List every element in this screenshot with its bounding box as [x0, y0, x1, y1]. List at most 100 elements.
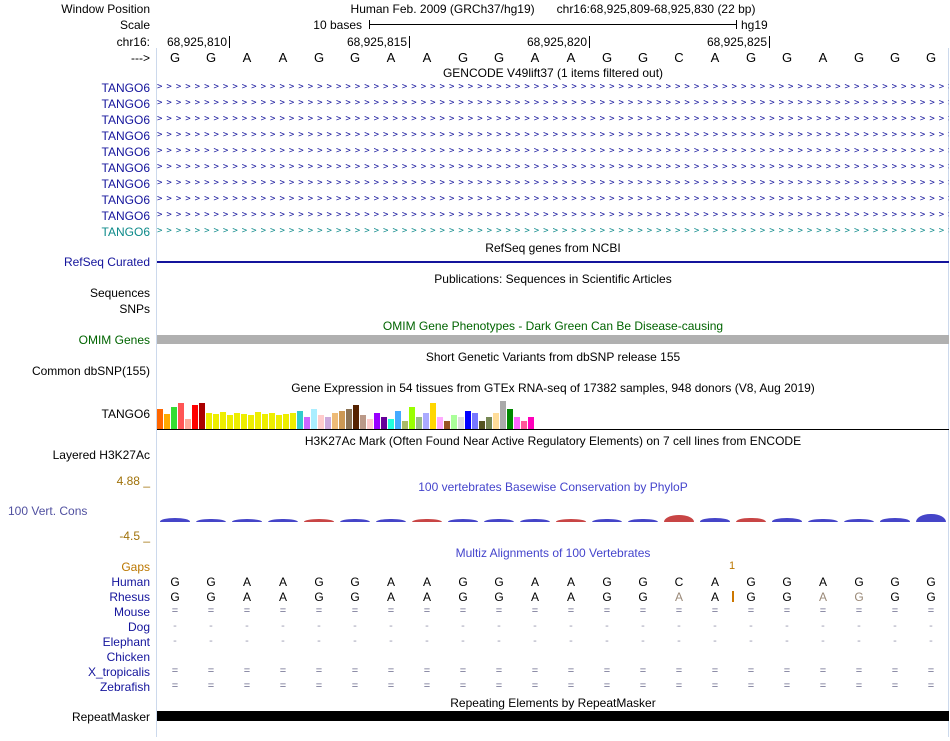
gtex-bar[interactable] — [374, 413, 380, 429]
gtex-bar[interactable] — [227, 415, 233, 429]
gtex-bar[interactable] — [304, 417, 310, 429]
gtex-bar[interactable] — [269, 413, 275, 429]
refseq-curated-label[interactable]: RefSeq Curated — [0, 255, 150, 269]
gtex-expression-chart[interactable] — [0, 401, 950, 429]
species-label-zebrafish[interactable]: Zebrafish — [0, 680, 150, 694]
gtex-bar[interactable] — [297, 411, 303, 429]
gtex-bar[interactable] — [171, 407, 177, 429]
gtex-bar[interactable] — [164, 414, 170, 429]
gencode-transcript-label[interactable]: TANGO6 — [0, 145, 150, 159]
gtex-bar[interactable] — [255, 412, 261, 429]
repeatmasker-label[interactable]: RepeatMasker — [0, 710, 150, 724]
species-label-x_tropicalis[interactable]: X_tropicalis — [0, 665, 150, 679]
gencode-transcript-arrows[interactable]: >>>>>>>>>>>>>>>>>>>>>>>>>>>>>>>>>>>>>>>>… — [157, 176, 949, 190]
gtex-bar[interactable] — [360, 415, 366, 429]
gtex-bar[interactable] — [206, 413, 212, 429]
gtex-bar[interactable] — [311, 409, 317, 429]
gtex-bar[interactable] — [451, 415, 457, 429]
gtex-bar[interactable] — [185, 419, 191, 429]
gencode-transcript-arrows[interactable]: >>>>>>>>>>>>>>>>>>>>>>>>>>>>>>>>>>>>>>>>… — [157, 208, 949, 222]
gencode-transcript-label[interactable]: TANGO6 — [0, 177, 150, 191]
gtex-bar[interactable] — [262, 414, 268, 429]
multiz-gaps-label[interactable]: Gaps — [0, 560, 150, 574]
conservation-track[interactable] — [0, 506, 950, 522]
h3k27ac-label[interactable]: Layered H3K27Ac — [0, 448, 150, 462]
gtex-bar[interactable] — [402, 421, 408, 429]
gencode-transcript-label[interactable]: TANGO6 — [0, 129, 150, 143]
gtex-bar[interactable] — [472, 413, 478, 429]
gtex-bar[interactable] — [500, 401, 506, 429]
gtex-bar[interactable] — [507, 409, 513, 429]
gtex-bar[interactable] — [290, 413, 296, 429]
gencode-transcript-arrows[interactable]: >>>>>>>>>>>>>>>>>>>>>>>>>>>>>>>>>>>>>>>>… — [157, 96, 949, 110]
gencode-transcript-arrows[interactable]: >>>>>>>>>>>>>>>>>>>>>>>>>>>>>>>>>>>>>>>>… — [157, 224, 949, 238]
gtex-bar[interactable] — [528, 417, 534, 429]
gencode-transcript-arrows[interactable]: >>>>>>>>>>>>>>>>>>>>>>>>>>>>>>>>>>>>>>>>… — [157, 128, 949, 142]
gencode-transcript-arrows[interactable]: >>>>>>>>>>>>>>>>>>>>>>>>>>>>>>>>>>>>>>>>… — [157, 112, 949, 126]
species-label-mouse[interactable]: Mouse — [0, 605, 150, 619]
gtex-bar[interactable] — [234, 413, 240, 429]
gtex-bar[interactable] — [521, 421, 527, 429]
sequences-label[interactable]: Sequences — [0, 286, 150, 300]
gtex-bar[interactable] — [157, 409, 163, 429]
gencode-transcript-label[interactable]: TANGO6 — [0, 113, 150, 127]
gtex-bar[interactable] — [486, 417, 492, 429]
gtex-bar[interactable] — [444, 421, 450, 429]
gtex-bar[interactable] — [276, 415, 282, 429]
gtex-bar[interactable] — [430, 403, 436, 429]
gtex-bar[interactable] — [318, 415, 324, 429]
gencode-transcript-label[interactable]: TANGO6 — [0, 225, 150, 239]
gtex-bar[interactable] — [437, 417, 443, 429]
gtex-bar[interactable] — [178, 403, 184, 429]
gtex-bar[interactable] — [458, 417, 464, 429]
omim-gene-bar[interactable] — [157, 335, 949, 344]
gtex-bar[interactable] — [199, 403, 205, 429]
gencode-transcript-label[interactable]: TANGO6 — [0, 97, 150, 111]
gtex-bar[interactable] — [220, 412, 226, 429]
gtex-bar[interactable] — [388, 419, 394, 429]
gencode-transcript-label[interactable]: TANGO6 — [0, 209, 150, 223]
gtex-bar[interactable] — [381, 417, 387, 429]
gencode-transcript-label[interactable]: TANGO6 — [0, 193, 150, 207]
omim-genes-label[interactable]: OMIM Genes — [0, 333, 150, 347]
snps-label[interactable]: SNPs — [0, 302, 150, 316]
gencode-transcript-arrows[interactable]: >>>>>>>>>>>>>>>>>>>>>>>>>>>>>>>>>>>>>>>>… — [157, 144, 949, 158]
gtex-bar[interactable] — [325, 417, 331, 429]
gencode-transcript-arrows[interactable]: >>>>>>>>>>>>>>>>>>>>>>>>>>>>>>>>>>>>>>>>… — [157, 80, 949, 94]
gtex-bar[interactable] — [409, 407, 415, 429]
gencode-transcript-label[interactable]: TANGO6 — [0, 81, 150, 95]
species-label-elephant[interactable]: Elephant — [0, 635, 150, 649]
gtex-bar[interactable] — [423, 413, 429, 429]
gtex-bar[interactable] — [465, 411, 471, 429]
species-label-human[interactable]: Human — [0, 575, 150, 589]
gtex-bar[interactable] — [192, 405, 198, 429]
gtex-bar[interactable] — [514, 417, 520, 429]
gencode-transcript-arrows[interactable]: >>>>>>>>>>>>>>>>>>>>>>>>>>>>>>>>>>>>>>>>… — [157, 192, 949, 206]
gtex-bar[interactable] — [248, 415, 254, 429]
repeatmasker-bar[interactable] — [157, 711, 949, 721]
species-label-rhesus[interactable]: Rhesus — [0, 590, 150, 604]
alignment-cell: - — [857, 635, 861, 647]
gtex-bar[interactable] — [367, 419, 373, 429]
species-label-dog[interactable]: Dog — [0, 620, 150, 634]
alignment-cell: = — [711, 665, 719, 677]
gtex-bar[interactable] — [493, 413, 499, 429]
gtex-bar[interactable] — [346, 409, 352, 429]
gtex-bar[interactable] — [283, 414, 289, 429]
gtex-bar[interactable] — [395, 411, 401, 429]
gencode-transcript-label[interactable]: TANGO6 — [0, 161, 150, 175]
position-ruler[interactable]: 68,925,810 68,925,815 68,925,820 68,925,825 — [0, 35, 950, 49]
gencode-transcript-arrows[interactable]: >>>>>>>>>>>>>>>>>>>>>>>>>>>>>>>>>>>>>>>>… — [157, 160, 949, 174]
alignment-cell: = — [531, 605, 539, 617]
gtex-bar[interactable] — [241, 414, 247, 429]
refseq-transcript-line[interactable] — [157, 261, 949, 263]
dbsnp-label[interactable]: Common dbSNP(155) — [0, 364, 150, 378]
gtex-bar[interactable] — [353, 405, 359, 429]
alignment-cell: G — [746, 575, 756, 589]
gtex-bar[interactable] — [213, 414, 219, 429]
gtex-bar[interactable] — [339, 411, 345, 429]
gtex-bar[interactable] — [332, 413, 338, 429]
gtex-bar[interactable] — [416, 417, 422, 429]
species-label-chicken[interactable]: Chicken — [0, 650, 150, 664]
gtex-bar[interactable] — [479, 421, 485, 429]
